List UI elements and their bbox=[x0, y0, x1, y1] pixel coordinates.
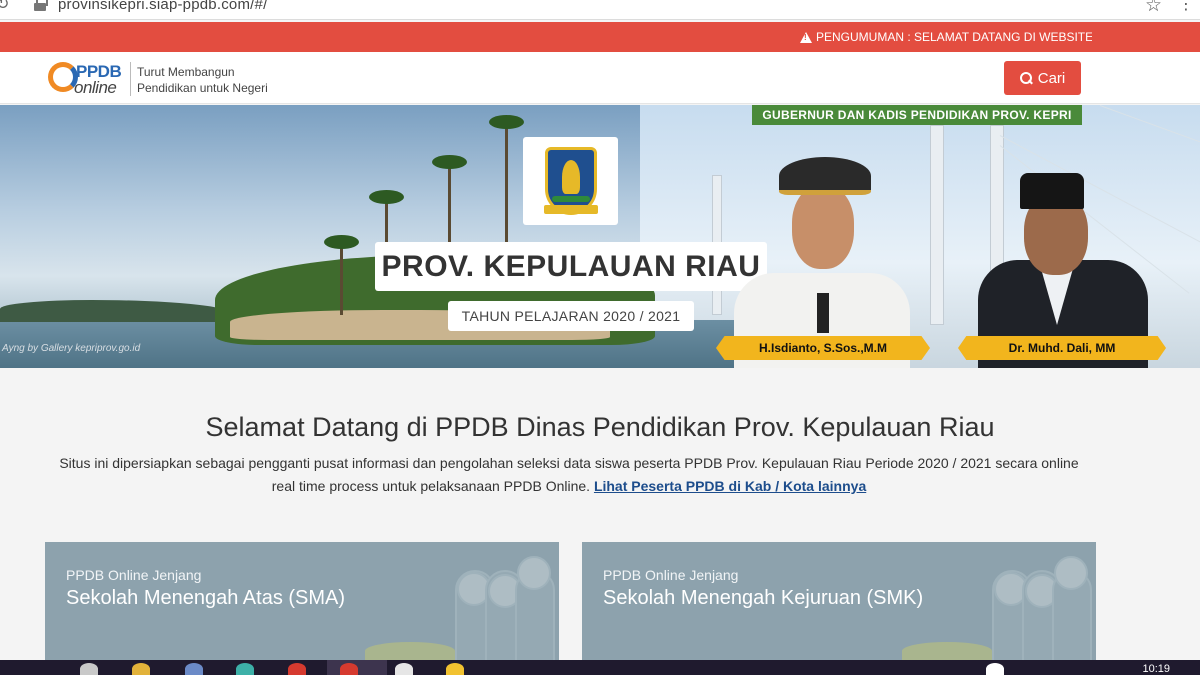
illustration-grass bbox=[902, 642, 992, 660]
taskbar-app-icon[interactable] bbox=[236, 663, 254, 675]
palm-tree bbox=[324, 235, 359, 315]
taskbar-app-icon[interactable] bbox=[340, 663, 358, 675]
lock-icon bbox=[34, 0, 48, 11]
taskbar-app-icon[interactable] bbox=[986, 663, 1004, 675]
browser-menu-icon[interactable]: ⋮ bbox=[1178, 0, 1194, 14]
tagline: Turut Membangun Pendidikan untuk Negeri bbox=[137, 64, 268, 96]
illustration-grass bbox=[365, 642, 455, 660]
os-taskbar: 10:19 bbox=[0, 660, 1200, 675]
announcement-bar: PENGUMUMAN : SELAMAT DATANG DI WEBSITE P… bbox=[0, 22, 1200, 52]
card-kicker: PPDB Online Jenjang bbox=[603, 567, 739, 583]
head-official-nameplate: Dr. Muhd. Dali, MM bbox=[958, 336, 1166, 360]
welcome-title: Selamat Datang di PPDB Dinas Pendidikan … bbox=[205, 412, 995, 442]
province-title: PROV. KEPULAUAN RIAU bbox=[375, 242, 767, 291]
warning-icon bbox=[800, 31, 812, 43]
governor-nameplate: H.Isdianto, S.Sos.,M.M bbox=[716, 336, 930, 360]
tagline-line2: Pendidikan untuk Negeri bbox=[137, 81, 268, 95]
student-illustration-head bbox=[1054, 556, 1088, 590]
head-official-cap bbox=[1020, 173, 1084, 209]
card-title: Sekolah Menengah Atas (SMA) bbox=[66, 587, 346, 609]
governor-photo-head bbox=[792, 185, 854, 269]
search-button[interactable]: Cari bbox=[1004, 61, 1081, 95]
school-year-label: TAHUN PELAJARAN 2020 / 2021 bbox=[448, 301, 694, 331]
search-icon bbox=[1019, 72, 1032, 84]
taskbar-app-icon[interactable] bbox=[185, 663, 203, 675]
search-button-label: Cari bbox=[1037, 69, 1066, 87]
card-smk[interactable]: PPDB Online Jenjang Sekolah Menengah Kej… bbox=[582, 542, 1096, 660]
browser-address-bar[interactable]: ↻ provinsikepri.siap-ppdb.com/#/ ☆ ⋮ bbox=[0, 0, 1200, 20]
taskbar-app-icon[interactable] bbox=[288, 663, 306, 675]
announcement-text: PENGUMUMAN : SELAMAT DATANG DI WEBSITE P… bbox=[816, 30, 1092, 44]
tagline-line1: Turut Membangun bbox=[137, 65, 235, 79]
welcome-description: Situs ini dipersiapkan sebagai pengganti… bbox=[59, 455, 1079, 494]
taskbar-app-icon[interactable] bbox=[395, 663, 413, 675]
bridge-tower bbox=[930, 125, 944, 325]
banner-island bbox=[0, 300, 230, 322]
taskbar-app-icon[interactable] bbox=[132, 663, 150, 675]
site-header: PPDB online Turut Membangun Pendidikan u… bbox=[0, 52, 1200, 104]
taskbar-app-icon[interactable] bbox=[446, 663, 464, 675]
reload-icon[interactable]: ↻ bbox=[0, 0, 9, 14]
taskbar-clock[interactable]: 10:19 bbox=[1142, 663, 1170, 675]
hero-banner: GUBERNUR DAN KADIS PENDIDIKAN PROV. KEPR… bbox=[0, 105, 1200, 368]
governor-cap bbox=[779, 157, 871, 195]
officials-label: GUBERNUR DAN KADIS PENDIDIKAN PROV. KEPR… bbox=[752, 105, 1082, 125]
card-title: Sekolah Menengah Kejuruan (SMK) bbox=[603, 587, 924, 609]
logo-divider bbox=[130, 62, 131, 96]
photo-credit: Ayng by Gallery kepriprov.go.id bbox=[2, 343, 141, 354]
student-illustration-head bbox=[517, 556, 551, 590]
url-text[interactable]: provinsikepri.siap-ppdb.com/#/ bbox=[58, 0, 267, 13]
card-kicker: PPDB Online Jenjang bbox=[66, 567, 202, 583]
card-sma[interactable]: PPDB Online Jenjang Sekolah Menengah Ata… bbox=[45, 542, 559, 660]
welcome-text: Situs ini dipersiapkan sebagai pengganti… bbox=[54, 452, 1084, 498]
other-regions-link[interactable]: Lihat Peserta PPDB di Kab / Kota lainnya bbox=[594, 478, 866, 494]
ppdb-online-logo[interactable]: PPDB online bbox=[48, 60, 128, 98]
emblem-ribbon bbox=[544, 205, 598, 214]
bookmark-star-icon[interactable]: ☆ bbox=[1145, 0, 1162, 17]
taskbar-app-icon[interactable] bbox=[80, 663, 98, 675]
logo-online-text: online bbox=[74, 78, 117, 97]
announcement-marquee: PENGUMUMAN : SELAMAT DATANG DI WEBSITE P… bbox=[800, 30, 1092, 44]
governor-tie bbox=[817, 293, 829, 333]
